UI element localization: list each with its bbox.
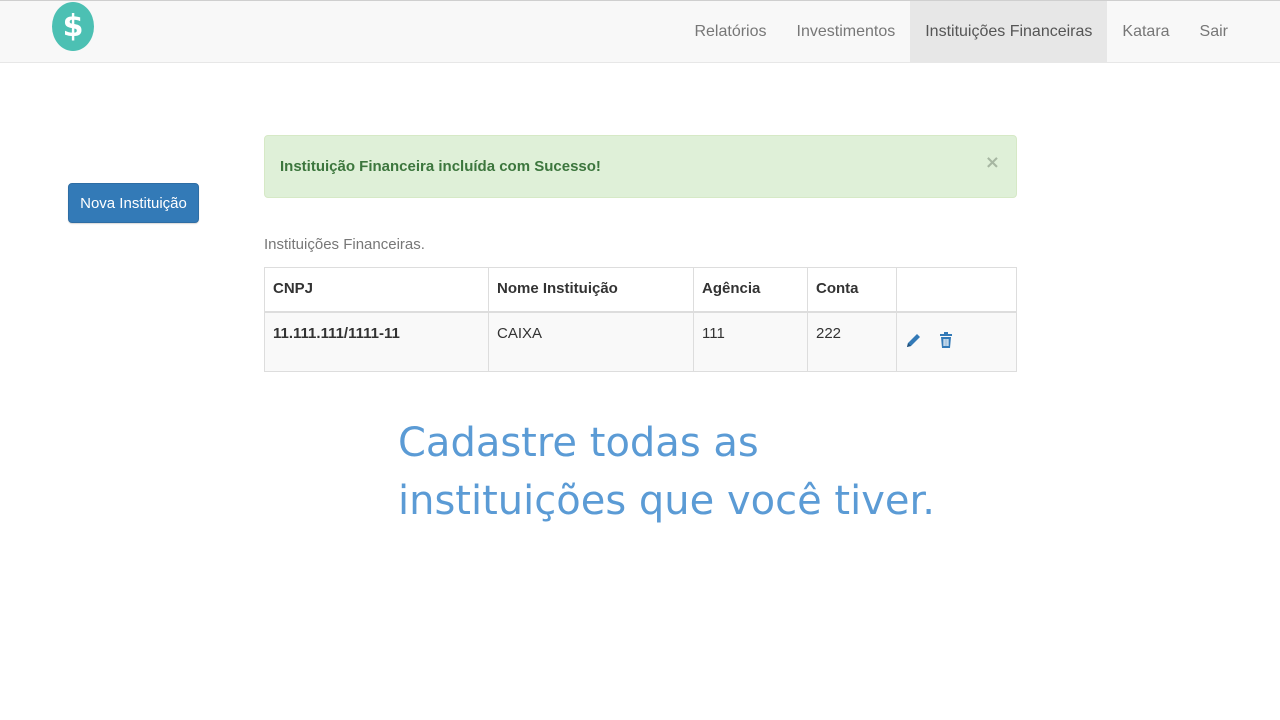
nav-item-katara[interactable]: Katara <box>1107 1 1184 63</box>
nav-item-investimentos[interactable]: Investimentos <box>782 1 911 63</box>
alert-message: Instituição Financeira incluída com Suce… <box>280 158 601 175</box>
logo-symbol: $ <box>62 9 84 44</box>
promo-text: Cadastre todas as instituições que você … <box>398 414 1098 530</box>
top-navbar: $ Relatórios Investimentos Instituições … <box>0 0 1280 63</box>
nav-item-sair[interactable]: Sair <box>1185 1 1243 63</box>
dollar-sign-icon[interactable]: $ <box>52 2 94 51</box>
column-header-agencia: Agência <box>693 267 808 313</box>
column-header-cnpj: CNPJ <box>264 267 489 313</box>
row-actions <box>905 325 1008 349</box>
column-header-actions <box>896 267 1017 313</box>
table-row: 11.111.111/1111-11 CAIXA 111 222 <box>264 311 1017 372</box>
table-header-row: CNPJ Nome Instituição Agência Conta <box>264 267 1017 313</box>
promo-line-2: instituições que você tiver. <box>398 478 935 524</box>
pencil-icon[interactable] <box>905 331 923 349</box>
institutions-table: CNPJ Nome Instituição Agência Conta 11.1… <box>264 267 1017 372</box>
nav-item-relatorios[interactable]: Relatórios <box>679 1 781 63</box>
nav-item-instituicoes-financeiras[interactable]: Instituições Financeiras <box>910 1 1108 63</box>
cell-conta: 222 <box>807 311 897 372</box>
cell-nome: CAIXA <box>488 311 694 372</box>
success-alert: Instituição Financeira incluída com Suce… <box>264 135 1017 198</box>
table-caption: Instituições Financeiras. <box>264 236 425 253</box>
trash-icon[interactable] <box>937 331 955 349</box>
new-institution-button[interactable]: Nova Instituição <box>68 183 199 223</box>
column-header-nome: Nome Instituição <box>488 267 694 313</box>
cell-actions <box>896 311 1017 372</box>
column-header-conta: Conta <box>807 267 897 313</box>
nav-menu: Relatórios Investimentos Instituições Fi… <box>679 1 1243 63</box>
close-icon[interactable]: × <box>985 152 1000 173</box>
cell-cnpj: 11.111.111/1111-11 <box>264 311 489 372</box>
promo-line-1: Cadastre todas as <box>398 420 759 466</box>
cell-agencia: 111 <box>693 311 808 372</box>
